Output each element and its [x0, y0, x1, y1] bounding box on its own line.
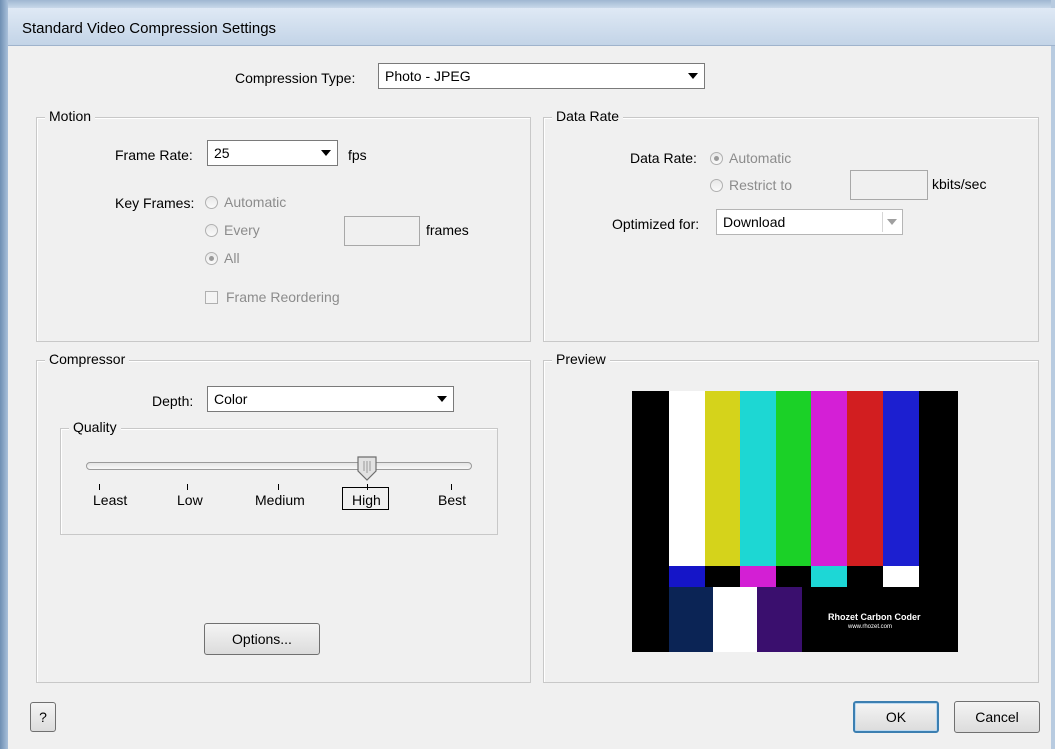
data-rate-group-title: Data Rate: [552, 108, 624, 124]
motion-group-title: Motion: [45, 108, 96, 124]
preview-caption: Rhozet Carbon Coder: [828, 612, 921, 622]
chevron-down-icon[interactable]: [684, 66, 702, 86]
preview-color-bar: [919, 391, 958, 566]
kbits-unit-label: kbits/sec: [932, 176, 987, 192]
data-rate-restrict-input[interactable]: [850, 170, 928, 200]
frame-rate-select[interactable]: 25: [207, 140, 338, 166]
preview-pluge-block: [713, 587, 757, 652]
window-title: Standard Video Compression Settings: [22, 20, 277, 37]
window-frame-top: [0, 0, 1055, 8]
slider-tick: [99, 484, 100, 490]
frame-rate-label: Frame Rate:: [115, 147, 193, 163]
preview-reverse-bar: [919, 566, 958, 587]
preview-color-bar: [632, 391, 669, 566]
data-rate-restrict-radio[interactable]: Restrict to: [710, 177, 792, 193]
radio-icon: [205, 223, 218, 237]
quality-group: Quality: [60, 419, 498, 535]
window-frame-left: [0, 0, 8, 749]
frame-reordering-checkbox[interactable]: Frame Reordering: [205, 289, 340, 305]
radio-icon: [205, 195, 218, 209]
quality-least-label: Least: [93, 492, 128, 508]
radio-icon: [710, 178, 723, 192]
help-button[interactable]: ?: [30, 702, 56, 732]
key-frames-label: Key Frames:: [115, 195, 195, 211]
quality-group-title: Quality: [69, 419, 121, 435]
compression-type-label: Compression Type:: [235, 70, 356, 86]
preview-group-title: Preview: [552, 351, 610, 367]
preview-color-bar: [847, 391, 883, 566]
slider-tick: [451, 484, 452, 490]
cancel-button[interactable]: Cancel: [954, 701, 1040, 733]
key-frames-automatic-radio[interactable]: Automatic: [205, 194, 286, 210]
data-rate-automatic-radio[interactable]: Automatic: [710, 150, 791, 166]
key-frames-every-input[interactable]: [344, 216, 420, 246]
preview-color-bar: [740, 391, 776, 566]
optimized-for-label: Optimized for:: [612, 216, 700, 232]
preview-caption-url: www.rhozet.com: [848, 624, 893, 630]
options-button[interactable]: Options...: [204, 623, 320, 655]
radio-label: Automatic: [224, 194, 287, 210]
frames-unit-label: frames: [426, 222, 469, 238]
preview-image: Rhozet Carbon Coder www.rhozet.com: [632, 391, 958, 652]
preview-color-bar: [883, 391, 919, 566]
preview-reverse-bar: [705, 566, 740, 587]
ok-button[interactable]: OK: [853, 701, 939, 733]
chevron-down-icon[interactable]: [882, 212, 900, 232]
chevron-down-icon[interactable]: [433, 389, 451, 409]
frame-rate-value: 25: [214, 145, 230, 161]
window-frame-right: [1051, 0, 1055, 749]
data-rate-label: Data Rate:: [630, 150, 697, 166]
quality-best-label: Best: [438, 492, 467, 508]
checkbox-icon: [205, 290, 218, 304]
preview-color-bar: [776, 391, 811, 566]
key-frames-all-radio[interactable]: All: [205, 250, 240, 266]
radio-label: Every: [224, 222, 260, 238]
preview-pluge-block: [632, 587, 669, 652]
key-frames-every-radio[interactable]: Every: [205, 222, 260, 238]
preview-reverse-bar: [740, 566, 776, 587]
optimized-for-value: Download: [723, 214, 786, 230]
preview-reverse-bar: [883, 566, 919, 587]
preview-color-bar: [669, 391, 705, 566]
preview-pluge-block: [757, 587, 802, 652]
preview-color-bar: [811, 391, 847, 566]
depth-value: Color: [214, 391, 248, 407]
preview-reverse-bar: [811, 566, 847, 587]
quality-slider-track[interactable]: [86, 462, 472, 470]
preview-reverse-bar: [669, 566, 705, 587]
preview-pluge-block: [669, 587, 713, 652]
radio-label: Restrict to: [729, 177, 793, 193]
quality-slider-thumb[interactable]: [357, 456, 377, 482]
slider-tick: [278, 484, 279, 490]
preview-reverse-bar: [776, 566, 811, 587]
fps-unit-label: fps: [348, 147, 367, 163]
chevron-down-icon[interactable]: [317, 143, 335, 163]
preview-color-bar: [705, 391, 740, 566]
title-bar[interactable]: Standard Video Compression Settings: [8, 8, 1055, 46]
preview-reverse-bar: [847, 566, 883, 587]
quality-medium-label: Medium: [255, 492, 305, 508]
optimized-for-select[interactable]: Download: [716, 209, 903, 235]
depth-select[interactable]: Color: [207, 386, 454, 412]
radio-selected-icon: [205, 251, 218, 265]
checkbox-label: Frame Reordering: [226, 289, 340, 305]
quality-high-label: High: [352, 492, 381, 508]
radio-selected-icon: [710, 151, 723, 165]
compressor-group-title: Compressor: [45, 351, 130, 367]
radio-label: All: [224, 250, 240, 266]
compression-type-value: Photo - JPEG: [385, 68, 471, 84]
dialog-body: Compression Type: Photo - JPEG Motion Fr…: [8, 46, 1051, 749]
slider-tick: [187, 484, 188, 490]
quality-low-label: Low: [177, 492, 203, 508]
depth-label: Depth:: [152, 393, 194, 409]
compression-type-select[interactable]: Photo - JPEG: [378, 63, 705, 89]
preview-reverse-bar: [632, 566, 669, 587]
radio-label: Automatic: [729, 150, 792, 166]
